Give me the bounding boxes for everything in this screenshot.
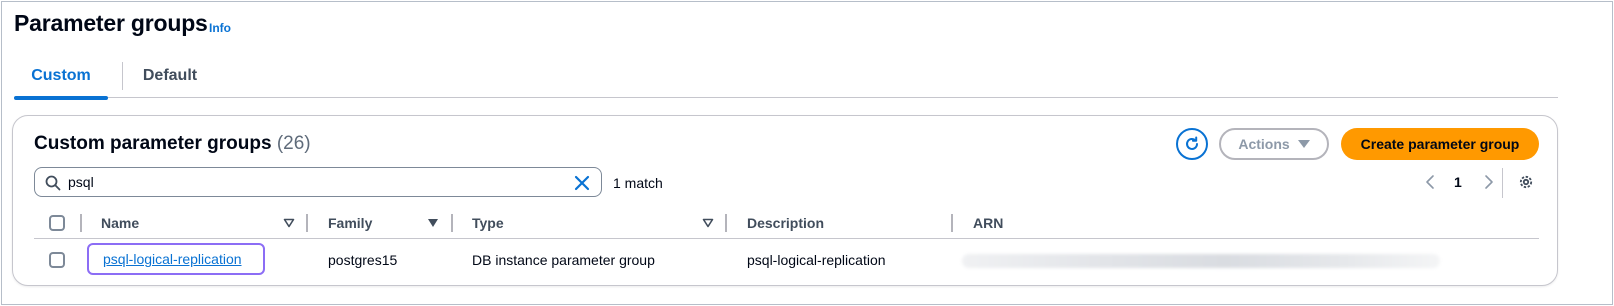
- tab-divider: [122, 62, 123, 90]
- column-divider: [80, 214, 82, 232]
- chevron-left-icon[interactable]: [1424, 174, 1438, 190]
- sort-descending-icon[interactable]: [427, 218, 439, 228]
- tab-custom-label: Custom: [31, 67, 91, 84]
- column-header-type[interactable]: Type: [472, 215, 504, 231]
- caret-down-icon: [1297, 140, 1310, 148]
- parameter-group-name-link[interactable]: psql-logical-replication: [87, 243, 265, 275]
- table-header: Name Family Type Description ARN: [34, 207, 1539, 239]
- info-link[interactable]: Info: [209, 21, 231, 35]
- tab-bar: Custom Default: [14, 58, 1558, 100]
- arn-cell-redacted: [962, 254, 1440, 268]
- column-header-description[interactable]: Description: [747, 215, 824, 231]
- column-divider: [306, 214, 308, 232]
- panel-count: (26): [276, 133, 311, 154]
- column-header-family[interactable]: Family: [328, 215, 372, 231]
- table-row: psql-logical-replication postgres15 DB i…: [34, 241, 1539, 279]
- column-header-arn[interactable]: ARN: [973, 215, 1003, 231]
- create-parameter-group-button[interactable]: Create parameter group: [1341, 128, 1539, 160]
- search-input[interactable]: [68, 172, 568, 192]
- actions-dropdown-button[interactable]: Actions: [1219, 128, 1329, 160]
- sort-caret-icon[interactable]: [283, 218, 295, 228]
- current-page[interactable]: 1: [1454, 174, 1462, 190]
- pager-divider: [1502, 168, 1503, 198]
- match-count: 1 match: [613, 175, 663, 191]
- panel-title-text: Custom parameter groups: [34, 133, 272, 154]
- page-title: Parameter groups: [14, 10, 208, 36]
- tab-default-label: Default: [142, 67, 198, 84]
- row-checkbox[interactable]: [49, 252, 65, 268]
- parameter-groups-panel: Custom parameter groups (26) Actions Cre…: [12, 115, 1558, 286]
- column-divider: [725, 214, 727, 232]
- tab-custom[interactable]: Custom: [14, 58, 108, 100]
- column-header-name[interactable]: Name: [101, 215, 139, 231]
- type-cell: DB instance parameter group: [472, 252, 655, 268]
- sort-caret-icon[interactable]: [702, 218, 714, 228]
- family-cell: postgres15: [328, 252, 398, 268]
- gear-icon[interactable]: [1517, 173, 1535, 191]
- tab-default[interactable]: Default: [126, 58, 214, 98]
- column-divider: [951, 214, 953, 232]
- clear-icon[interactable]: [573, 174, 591, 192]
- refresh-icon: [1186, 136, 1198, 150]
- select-all-checkbox[interactable]: [49, 215, 65, 231]
- refresh-button[interactable]: [1176, 128, 1208, 160]
- description-cell: psql-logical-replication: [747, 252, 886, 268]
- search-field[interactable]: [34, 167, 602, 197]
- panel-title: Custom parameter groups (26): [34, 133, 311, 155]
- active-tab-indicator: [14, 96, 108, 100]
- column-divider: [451, 214, 453, 232]
- search-icon: [45, 175, 61, 191]
- actions-label: Actions: [1238, 136, 1290, 152]
- chevron-right-icon[interactable]: [1481, 174, 1495, 190]
